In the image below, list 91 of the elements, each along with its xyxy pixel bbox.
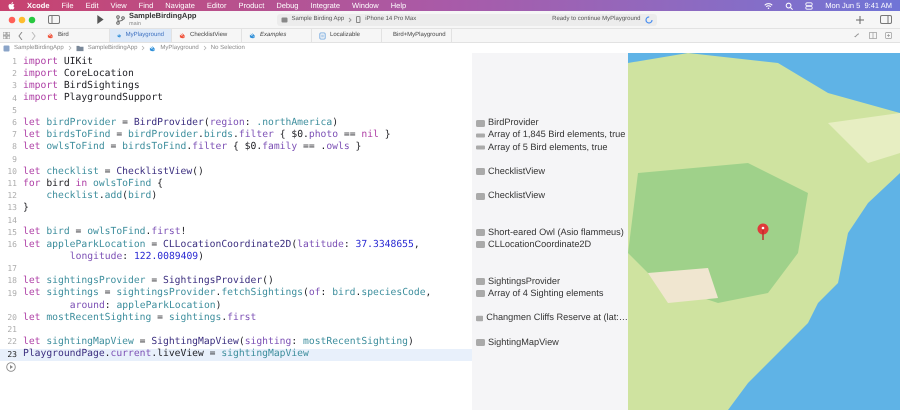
line-number: 6 bbox=[11, 117, 18, 130]
code-line: let mostRecentSighting = sightings.first bbox=[23, 310, 256, 325]
branch-icon[interactable] bbox=[116, 14, 125, 24]
sidebar-toggle-icon[interactable] bbox=[48, 15, 60, 24]
code-line: let sightingsProvider = SightingsProvider() bbox=[23, 274, 274, 288]
line-number: 21 bbox=[6, 324, 18, 336]
swift-file-icon bbox=[179, 32, 186, 39]
code-line: import BirdSightings bbox=[23, 79, 140, 92]
code-line: } bbox=[23, 201, 29, 216]
line-number: 10 bbox=[6, 166, 18, 178]
wifi-icon[interactable] bbox=[764, 2, 774, 10]
code-line: for bird in owlsToFind { bbox=[23, 176, 164, 190]
quick-look-icon[interactable] bbox=[476, 192, 485, 200]
chevron-icon bbox=[348, 16, 352, 22]
code-line: import PlaygroundSupport bbox=[23, 91, 163, 106]
result-value: Array of 1,845 Bird elements, true bbox=[488, 128, 626, 142]
result-value: Changmen Cliffs Reserve at (lat:… bbox=[486, 311, 628, 324]
line-number: 15 bbox=[6, 226, 18, 239]
result-value: Short-eared Owl (Asio flammeus) bbox=[488, 226, 624, 239]
line-number: 3 bbox=[11, 80, 18, 92]
forward-icon[interactable] bbox=[31, 32, 36, 40]
line-number: 2 bbox=[11, 68, 18, 80]
code-line: around: appleParkLocation) bbox=[68, 298, 222, 312]
chevron-icon bbox=[141, 45, 146, 51]
code-line: let birdProvider = BirdProvider(region: .northAmerica) bbox=[23, 116, 338, 130]
line-number: 12 bbox=[6, 190, 18, 202]
phone-icon bbox=[356, 16, 362, 23]
strings-file-icon bbox=[319, 32, 326, 40]
code-line: PlaygroundPage.current.liveView = sightingMapView bbox=[23, 347, 309, 362]
run-icon[interactable] bbox=[6, 362, 16, 372]
search-icon[interactable] bbox=[785, 2, 794, 10]
quick-look-icon[interactable] bbox=[476, 338, 485, 346]
line-number: 14 bbox=[6, 214, 18, 227]
swift-file-icon bbox=[47, 32, 54, 39]
add-editor-icon[interactable] bbox=[885, 32, 892, 39]
result-value: BirdProvider bbox=[488, 116, 539, 130]
apple-logo-icon[interactable] bbox=[8, 2, 15, 10]
line-number: 8 bbox=[11, 141, 18, 154]
code-line: let appleParkLocation = CLLocationCoordinate2D(latitude: 37.3348655, bbox=[23, 238, 420, 252]
project-icon bbox=[3, 44, 10, 52]
code-line: let birdsToFind = birdProvider.birds.filter { $0.photo == nil } bbox=[23, 128, 391, 142]
window-controls-icon[interactable] bbox=[8, 16, 36, 24]
code-line: import CoreLocation bbox=[23, 67, 134, 80]
quick-look-icon[interactable] bbox=[476, 168, 485, 176]
add-icon[interactable] bbox=[856, 16, 864, 24]
playground-file-icon bbox=[149, 44, 156, 52]
chevron-icon bbox=[68, 45, 72, 51]
chevron-icon bbox=[202, 45, 207, 51]
quick-look-icon[interactable] bbox=[476, 120, 485, 127]
code-line: let sightings = sightingsProvider.fetchSightings(of: bird.speciesCode, bbox=[23, 286, 432, 300]
split-editor-icon[interactable] bbox=[869, 32, 877, 39]
code-line: let sightingMapView = SightingMapView(sighting: mostRecentSighting) bbox=[23, 335, 414, 348]
code-line: let checklist = ChecklistView() bbox=[23, 164, 204, 178]
grid-icon[interactable] bbox=[3, 32, 10, 39]
line-number: 18 bbox=[6, 275, 18, 288]
back-icon[interactable] bbox=[18, 32, 23, 40]
result-value: Array of 5 Bird elements, true bbox=[488, 140, 608, 154]
result-value: ChecklistView bbox=[488, 164, 546, 178]
line-number: 17 bbox=[6, 263, 18, 276]
line-number: 11 bbox=[6, 178, 18, 190]
result-value: SightingMapView bbox=[488, 336, 559, 349]
line-number: 19 bbox=[6, 288, 18, 300]
line-number: 20 bbox=[6, 312, 18, 324]
line-number: 9 bbox=[11, 154, 18, 166]
code-line: let owlsToFind = birdsToFind.filter { $0.family == .owls } bbox=[23, 140, 362, 154]
scheme-icon bbox=[280, 16, 288, 22]
inspector-toggle-icon[interactable] bbox=[880, 15, 892, 24]
result-value: ChecklistView bbox=[488, 189, 546, 202]
line-number: 13 bbox=[6, 202, 18, 214]
line-number: 16 bbox=[6, 238, 18, 251]
run-icon[interactable] bbox=[96, 15, 104, 24]
line-number: 4 bbox=[11, 92, 18, 105]
spinner-icon bbox=[644, 16, 653, 24]
line-number: 1 bbox=[11, 56, 18, 68]
link-icon[interactable] bbox=[854, 32, 861, 39]
playground-file-icon bbox=[249, 32, 256, 39]
line-number: 22 bbox=[6, 336, 18, 348]
playground-file-icon bbox=[117, 32, 122, 39]
line-number: 23 bbox=[6, 348, 18, 361]
line-number: 7 bbox=[11, 129, 18, 142]
code-line: checklist.add(bird) bbox=[45, 188, 158, 203]
code-line: let bird = owlsToFind.first! bbox=[23, 225, 186, 240]
line-number: 5 bbox=[11, 104, 18, 117]
code-line: import UIKit bbox=[23, 54, 93, 68]
control-center-icon[interactable] bbox=[805, 2, 814, 10]
result-value: Array of 4 Sighting elements bbox=[488, 286, 604, 300]
result-value: SightingsProvider bbox=[488, 274, 560, 288]
result-value: CLLocationCoordinate2D bbox=[488, 238, 592, 252]
code-line: longitude: 122.0089409) bbox=[68, 250, 204, 264]
quick-look-icon[interactable] bbox=[476, 314, 484, 322]
map-pin-icon[interactable] bbox=[757, 223, 769, 241]
